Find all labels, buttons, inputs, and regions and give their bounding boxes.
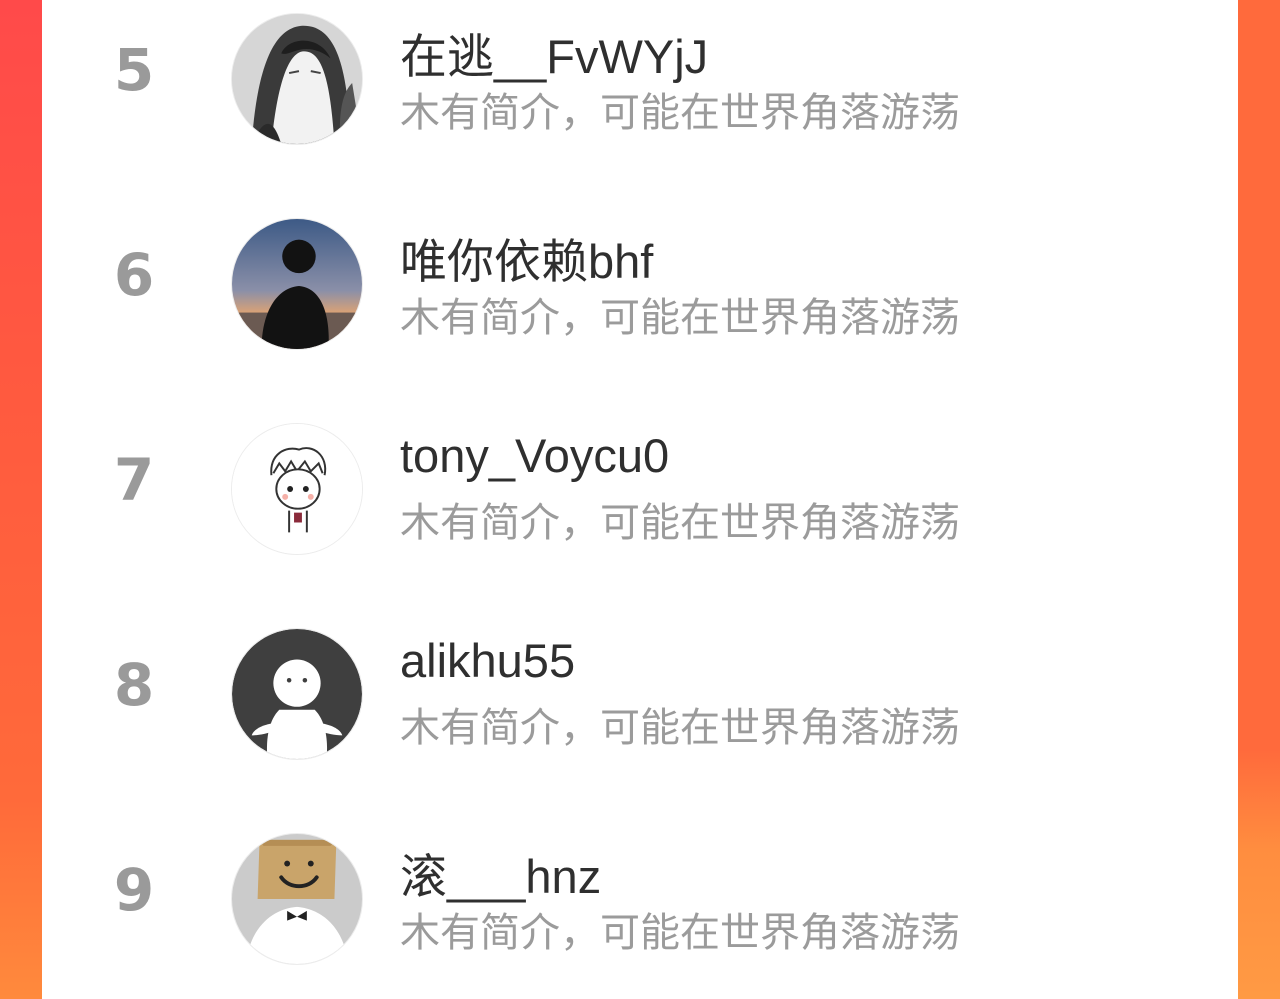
user-bio: 木有简介，可能在世界角落游荡 [400,706,960,750]
username[interactable]: 唯你依赖bhf [400,223,653,292]
list-item[interactable]: 8 alikhu55 木有简介，可能在世界角落游荡 [42,615,1238,765]
rank-number: 8 [113,651,155,719]
ranking-list: 5 在逃__FvWYjJ 木有简介，可能在世界角落游荡 6 唯你依赖bhf 木有… [42,0,1238,999]
user-bio: 木有简介，可能在世界角落游荡 [400,501,960,545]
user-bio: 木有简介，可能在世界角落游荡 [400,91,960,135]
user-bio: 木有简介，可能在世界角落游荡 [400,911,960,955]
username[interactable]: alikhu55 [400,633,575,688]
rank-number: 5 [113,36,155,104]
cartoon-boy-avatar-icon[interactable] [231,423,363,555]
default-ghost-avatar-icon[interactable] [231,628,363,760]
list-item[interactable]: 9 滚___hnz 木有简介，可能在世界角落游荡 [42,820,1238,970]
list-item[interactable]: 6 唯你依赖bhf 木有简介，可能在世界角落游荡 [42,205,1238,355]
rank-number: 6 [113,241,155,309]
sunset-silhouette-avatar-icon[interactable] [231,218,363,350]
username[interactable]: tony_Voycu0 [400,428,669,483]
right-background-band [1238,0,1280,999]
username[interactable]: 在逃__FvWYjJ [400,18,708,87]
user-bio: 木有简介，可能在世界角落游荡 [400,296,960,340]
list-item[interactable]: 5 在逃__FvWYjJ 木有简介，可能在世界角落游荡 [42,0,1238,150]
ink-sketch-avatar-icon[interactable] [231,13,363,145]
list-item[interactable]: 7 tony_Voycu0 木有简介，可能在世界角落游荡 [42,410,1238,560]
rank-number: 7 [113,446,155,514]
username[interactable]: 滚___hnz [400,838,601,907]
rank-number: 9 [113,856,155,924]
box-head-avatar-icon[interactable] [231,833,363,965]
